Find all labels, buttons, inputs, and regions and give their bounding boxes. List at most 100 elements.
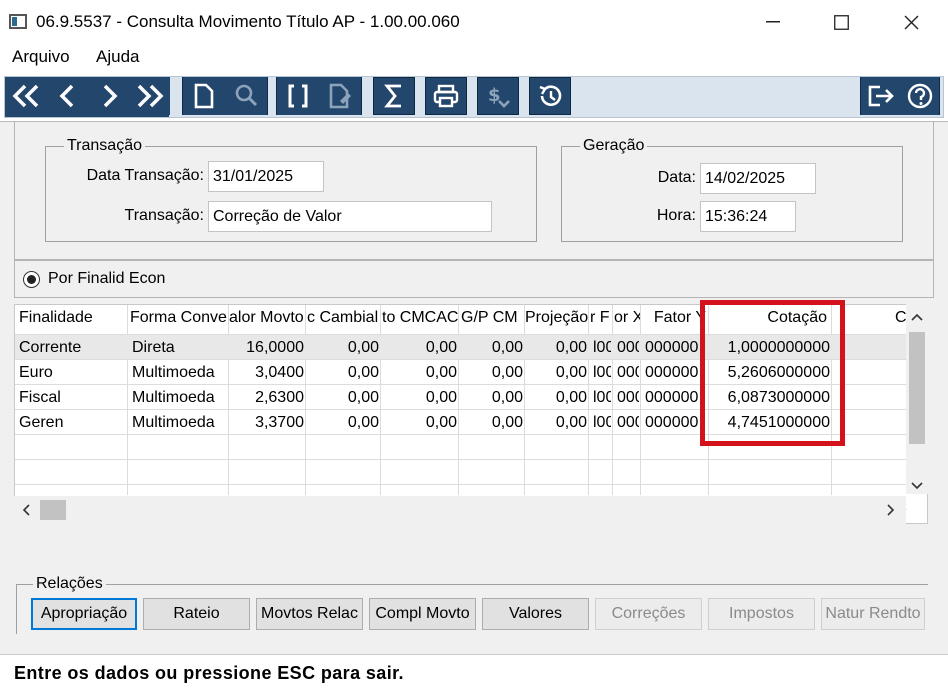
header-cmcac[interactable]: to CMCAC [382,309,458,331]
correcoes-button[interactable]: Correções [595,598,702,630]
table-cell[interactable]: 0,00 [310,360,379,385]
transacao-field[interactable]: Correção de Valor [208,201,492,232]
table-cell[interactable]: 0,00 [385,410,457,435]
application-window: 06.9.5537 - Consulta Movimento Título AP… [0,0,948,688]
table-cell[interactable]: 0,00 [385,385,457,410]
previous-record-button[interactable] [48,77,88,115]
table-cell[interactable]: 16,0000 [233,335,304,360]
edit-button[interactable] [319,77,361,115]
row-divider [15,484,907,485]
help-button[interactable] [901,77,939,115]
table-cell[interactable]: 000 [617,410,639,435]
header-projecao[interactable]: Projeção [525,309,588,331]
table-cell[interactable]: 2,6300 [233,385,304,410]
history-button[interactable] [529,77,571,115]
prev-icon [59,84,74,108]
natur-rendto-button[interactable]: Natur Rendto [821,598,925,630]
table-cell[interactable]: 000 [617,360,639,385]
data-transacao-field[interactable]: 31/01/2025 [208,161,324,192]
table-cell[interactable]: Euro [19,360,126,385]
print-button[interactable] [425,77,467,115]
table-cell[interactable]: 0,00 [463,335,523,360]
table-cell[interactable]: 000 [617,385,639,410]
table-cell[interactable]: 0,00 [529,335,587,360]
row-divider [15,459,907,460]
menu-ajuda[interactable]: Ajuda [96,47,139,67]
table-cell[interactable]: 000 [617,335,639,360]
table-cell[interactable]: Multimoeda [132,410,227,435]
apropriacao-button[interactable]: Apropriação [31,598,137,630]
valores-button[interactable]: Valores [482,598,589,630]
table-cell[interactable]: 000000 [645,385,707,410]
table-cell[interactable]: 0,00 [529,410,587,435]
cotacao-highlight-box [700,300,845,446]
currency-button[interactable]: $ [477,77,519,115]
vertical-scroll-thumb[interactable] [909,332,925,444]
table-cell[interactable]: 0,00 [310,385,379,410]
window-title: 06.9.5537 - Consulta Movimento Título AP… [36,12,460,31]
new-button[interactable] [183,77,225,115]
movtos-relac-button[interactable]: Movtos Relac [256,598,363,630]
rateio-button[interactable]: Rateio [143,598,250,630]
table-cell[interactable]: l00 [593,360,611,385]
compl-movto-button[interactable]: Compl Movto [369,598,476,630]
toolbar: $ [0,72,948,122]
scroll-down-icon[interactable] [911,482,923,490]
table-cell[interactable]: 0,00 [463,360,523,385]
menu-arquivo[interactable]: Arquivo [12,47,70,67]
exit-button[interactable] [861,77,901,115]
horizontal-scroll-thumb[interactable] [40,500,66,520]
table-cell[interactable]: 3,0400 [233,360,304,385]
table-cell[interactable]: l00 [593,410,611,435]
impostos-button[interactable]: Impostos [708,598,815,630]
table-cell[interactable]: 3,3700 [233,410,304,435]
table-cell[interactable]: Direta [132,335,227,360]
header-valor-movto[interactable]: alor Movto [229,309,305,331]
table-cell[interactable]: Corrente [19,335,126,360]
horizontal-scrollbar[interactable] [14,496,906,524]
new-document-icon [194,83,214,109]
table-cell[interactable]: l00 [593,335,611,360]
maximize-button[interactable] [818,6,864,38]
table-cell[interactable]: Geren [19,410,126,435]
scroll-left-icon[interactable] [22,504,30,516]
hora-field[interactable]: 15:36:24 [700,201,796,232]
header-fator-y[interactable]: Fator Y [641,309,708,331]
header-col-8[interactable]: r F [590,309,612,331]
por-finalid-econ-radio[interactable] [23,271,40,288]
header-forma-conversao[interactable]: Forma Conve [130,309,228,331]
table-cell[interactable]: 0,00 [463,385,523,410]
table-cell[interactable]: 000000 [645,410,707,435]
first-record-button[interactable] [6,77,46,115]
table-cell[interactable]: 0,00 [529,385,587,410]
search-button[interactable] [225,77,267,115]
vertical-scrollbar[interactable] [906,304,928,494]
table-cell[interactable]: 0,00 [385,335,457,360]
table-cell[interactable]: 0,00 [310,335,379,360]
table-cell[interactable]: 0,00 [310,410,379,435]
minimize-button[interactable] [750,6,796,38]
header-fator-x[interactable]: or X [614,309,640,331]
table-cell[interactable]: Multimoeda [132,360,227,385]
transacao-label: Transação: [124,207,204,224]
brackets-button[interactable] [277,77,319,115]
table-cell[interactable]: Multimoeda [132,385,227,410]
scroll-right-icon[interactable] [887,504,895,516]
header-gp-cm[interactable]: G/P CM [461,309,524,331]
next-record-button[interactable] [90,77,130,115]
table-cell[interactable]: 000000 [645,360,707,385]
table-cell[interactable]: 0,00 [385,360,457,385]
last-record-button[interactable] [130,77,170,115]
data-field[interactable]: 14/02/2025 [700,163,816,194]
header-finalidade[interactable]: Finalidade [19,309,126,331]
scroll-up-icon[interactable] [911,313,923,321]
table-cell[interactable]: 0,00 [529,360,587,385]
table-cell[interactable]: 0,00 [463,410,523,435]
close-button[interactable] [888,6,934,38]
help-icon [907,83,933,109]
table-cell[interactable]: l00 [593,385,611,410]
sum-button[interactable] [373,77,415,115]
header-var-cambial[interactable]: c Cambial [307,309,380,331]
table-cell[interactable]: Fiscal [19,385,126,410]
table-cell[interactable]: 000000 [645,335,707,360]
